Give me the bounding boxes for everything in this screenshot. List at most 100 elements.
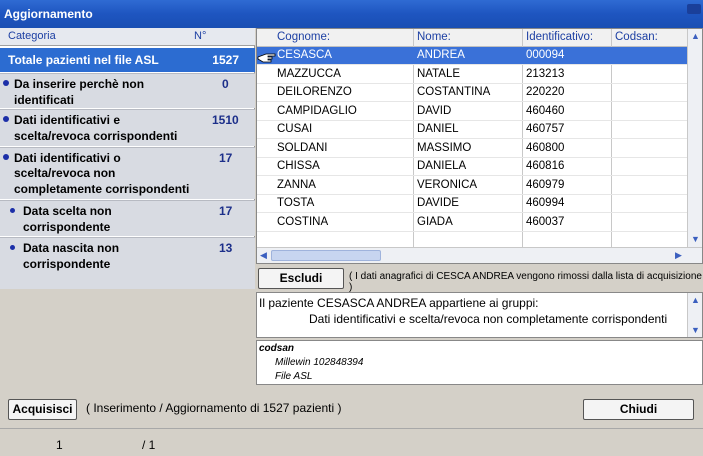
category-label: corrispondente [23, 220, 111, 234]
cell-nome: NATALE [417, 68, 461, 80]
column-header-codsan[interactable]: Codsan: [615, 31, 658, 43]
table-header: Cognome: Nome: Identificativo: Codsan: [257, 29, 687, 47]
cell-cognome: CAMPIDAGLIO [277, 105, 357, 117]
cell-identificativo: 220220 [526, 86, 565, 98]
count-column-header: N° [194, 30, 207, 42]
groups-info-line: Il paziente CESASCA ANDREA appartiene ai… [259, 296, 539, 310]
cell-cognome: COSTINA [277, 216, 329, 228]
patient-table[interactable]: Cognome: Nome: Identificativo: Codsan: C… [256, 28, 703, 264]
cell-cognome: CUSAI [277, 123, 313, 135]
scroll-down-icon[interactable]: ▼ [691, 325, 700, 335]
scroll-up-icon[interactable]: ▲ [691, 295, 700, 305]
chiudi-button[interactable]: Chiudi [583, 399, 694, 420]
category-count: 17 [219, 151, 233, 165]
category-header: Categoria N° [0, 28, 255, 46]
scroll-right-icon[interactable]: ▶ [675, 250, 682, 261]
acquisisci-button[interactable]: Acquisisci [8, 399, 77, 420]
category-label: corrispondente [23, 257, 111, 271]
category-count: 1510 [212, 113, 239, 127]
codsan-heading: codsan [259, 343, 295, 354]
scroll-left-icon[interactable]: ◀ [260, 250, 267, 261]
column-header-nome[interactable]: Nome: [417, 31, 451, 43]
category-label: Dati identificativi e [14, 113, 121, 127]
escludi-button[interactable]: Escludi [258, 268, 344, 289]
cell-identificativo: 000094 [526, 49, 565, 61]
table-row[interactable]: SOLDANI MASSIMO 460800 [257, 140, 687, 158]
bullet-icon [3, 116, 9, 122]
cell-nome: DAVIDE [417, 197, 459, 209]
cell-nome: COSTANTINA [417, 86, 491, 98]
table-vertical-scrollbar[interactable]: ▲ ▼ [687, 29, 702, 247]
category-count: 17 [219, 204, 233, 218]
acquisisci-note: ( Inserimento / Aggiornamento di 1527 pa… [86, 401, 342, 415]
bullet-icon [3, 154, 9, 160]
column-header-identificativo[interactable]: Identificativo: [526, 31, 593, 43]
cell-nome: DANIELA [417, 160, 467, 172]
close-icon[interactable] [687, 4, 701, 14]
category-count: 13 [219, 241, 233, 255]
table-horizontal-scrollbar[interactable]: ◀ ▶ [257, 247, 702, 263]
cell-cognome: CESASCA [277, 49, 332, 61]
table-row[interactable]: ZANNA VERONICA 460979 [257, 177, 687, 195]
category-label: completamente corrispondenti [14, 182, 190, 196]
table-row[interactable]: DEILORENZO COSTANTINA 220220 [257, 84, 687, 102]
category-item-data-scelta[interactable]: Data scelta non corrispondente 17 [0, 200, 255, 236]
title-bar: Aggiornamento [0, 0, 703, 28]
cell-nome: ANDREA [417, 49, 465, 61]
cell-identificativo: 460994 [526, 197, 565, 209]
table-row[interactable]: CUSAI DANIEL 460757 [257, 121, 687, 139]
scroll-up-icon[interactable]: ▲ [691, 32, 700, 41]
cell-identificativo: 460979 [526, 179, 565, 191]
groups-vertical-scrollbar[interactable]: ▲ ▼ [687, 293, 702, 337]
table-row[interactable]: CAMPIDAGLIO DAVID 460460 [257, 103, 687, 121]
category-label: identificati [14, 93, 75, 107]
page-current: 1 [56, 438, 63, 452]
escludi-note: ( I dati anagrafici di CESCA ANDREA veng… [349, 271, 702, 293]
bullet-icon [10, 245, 15, 250]
category-label: Data scelta non [23, 204, 112, 218]
category-item-non-completamente[interactable]: Dati identificativi o scelta/revoca non … [0, 147, 255, 199]
category-total[interactable]: Totale pazienti nel file ASL 1527 [0, 48, 255, 72]
cell-identificativo: 460757 [526, 123, 565, 135]
cell-cognome: ZANNA [277, 179, 316, 191]
cell-identificativo: 460816 [526, 160, 565, 172]
cell-cognome: DEILORENZO [277, 86, 352, 98]
category-item-non-identificati[interactable]: Da inserire perchè non identificati 0 [0, 73, 255, 108]
category-label: Data nascita non [23, 241, 120, 255]
category-column-header: Categoria [8, 30, 56, 42]
cell-identificativo: 460037 [526, 216, 565, 228]
table-row[interactable]: CHISSA DANIELA 460816 [257, 158, 687, 176]
cell-nome: GIADA [417, 216, 453, 228]
table-row[interactable]: COSTINA GIADA 460037 [257, 214, 687, 232]
column-header-cognome[interactable]: Cognome: [277, 31, 330, 43]
aggiornamento-window: Aggiornamento Categoria N° Totale pazien… [0, 0, 703, 456]
cell-nome: DANIEL [417, 123, 459, 135]
page-total: / 1 [142, 438, 156, 452]
table-row[interactable]: TOSTA DAVIDE 460994 [257, 195, 687, 213]
cell-nome: DAVID [417, 105, 452, 117]
cell-identificativo: 460800 [526, 142, 565, 154]
codsan-file-asl: File ASL [275, 371, 313, 382]
scroll-thumb[interactable] [271, 250, 381, 261]
groups-info-box: Il paziente CESASCA ANDREA appartiene ai… [256, 292, 703, 338]
scroll-down-icon[interactable]: ▼ [691, 235, 700, 244]
category-label: Dati identificativi o [14, 151, 121, 165]
cell-nome: VERONICA [417, 179, 478, 191]
cell-identificativo: 213213 [526, 68, 565, 80]
cell-cognome: MAZZUCCA [277, 68, 341, 80]
category-item-data-nascita[interactable]: Data nascita non corrispondente 13 [0, 237, 255, 289]
codsan-box: codsan Millewin 102848394 File ASL [256, 340, 703, 385]
cell-nome: MASSIMO [417, 142, 472, 154]
cell-cognome: TOSTA [277, 197, 315, 209]
table-row[interactable]: MAZZUCCA NATALE 213213 [257, 66, 687, 84]
category-total-count: 1527 [212, 53, 239, 67]
cell-cognome: SOLDANI [277, 142, 328, 154]
category-count: 0 [222, 77, 229, 91]
status-bar: 1 / 1 [0, 428, 703, 456]
groups-info-line: Dati identificativi e scelta/revoca non … [309, 312, 668, 326]
category-total-label: Totale pazienti nel file ASL [8, 53, 159, 67]
category-label: Da inserire perchè non [14, 77, 145, 91]
category-item-corrispondenti[interactable]: Dati identificativi e scelta/revoca corr… [0, 109, 255, 146]
table-row[interactable]: CESASCA ANDREA 000094 [257, 47, 687, 65]
cell-identificativo: 460460 [526, 105, 565, 117]
